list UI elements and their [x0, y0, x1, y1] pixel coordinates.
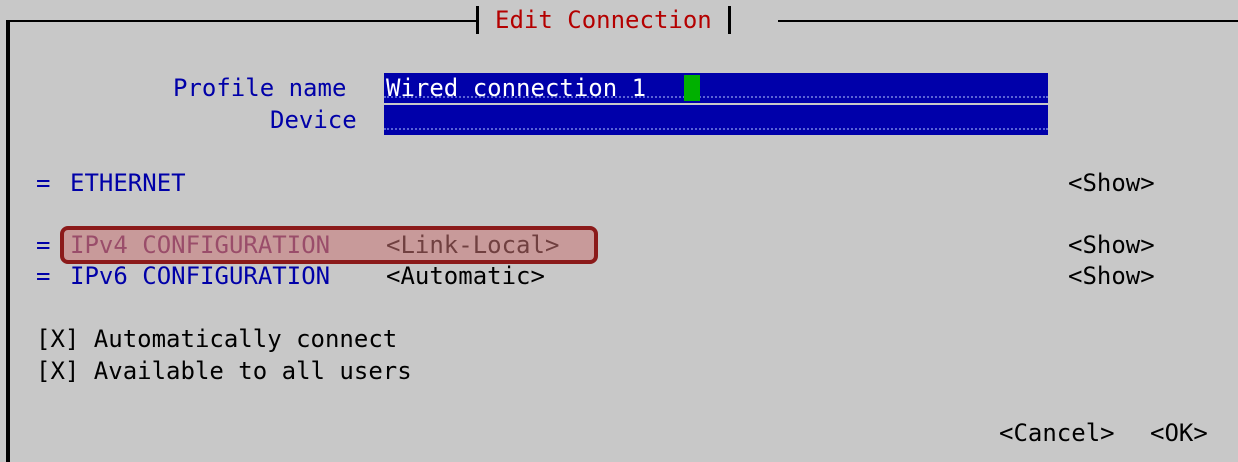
- ethernet-show-button[interactable]: <Show>: [1068, 168, 1155, 198]
- ok-button[interactable]: <OK>: [1150, 418, 1208, 448]
- dialog-frame-top-left: [6, 20, 476, 22]
- title-divider-right: [727, 6, 731, 34]
- device-label: Device: [270, 106, 357, 134]
- device-underline: [384, 128, 1048, 130]
- ipv6-mode-button[interactable]: <Automatic>: [386, 261, 545, 291]
- ipv4-section-label[interactable]: IPv4 CONFIGURATION: [70, 230, 330, 260]
- cancel-button[interactable]: <Cancel>: [999, 418, 1115, 448]
- dialog-frame-left: [6, 20, 10, 462]
- ipv4-mode-button[interactable]: <Link-Local>: [386, 230, 559, 260]
- dialog-frame-top-right: [778, 20, 1238, 22]
- ipv6-show-button[interactable]: <Show>: [1068, 261, 1155, 291]
- dialog-title-bar: Edit Connection: [476, 5, 731, 35]
- ethernet-marker: =: [36, 169, 51, 197]
- device-input[interactable]: [384, 105, 1048, 135]
- profile-name-input[interactable]: Wired connection 1: [384, 73, 1048, 103]
- ipv4-show-button[interactable]: <Show>: [1068, 230, 1155, 260]
- auto-connect-checkbox[interactable]: [X] Automatically connect: [36, 324, 397, 354]
- profile-name-value: Wired connection 1: [386, 74, 647, 102]
- ipv4-marker: =: [36, 231, 51, 259]
- all-users-checkbox[interactable]: [X] Available to all users: [36, 356, 412, 386]
- dialog-title: Edit Connection: [495, 6, 712, 34]
- ipv6-marker: =: [36, 262, 51, 290]
- ethernet-section-label[interactable]: ETHERNET: [70, 168, 186, 198]
- text-cursor: [684, 75, 700, 101]
- profile-name-label: Profile name: [173, 74, 347, 102]
- ipv6-section-label[interactable]: IPv6 CONFIGURATION: [70, 261, 330, 291]
